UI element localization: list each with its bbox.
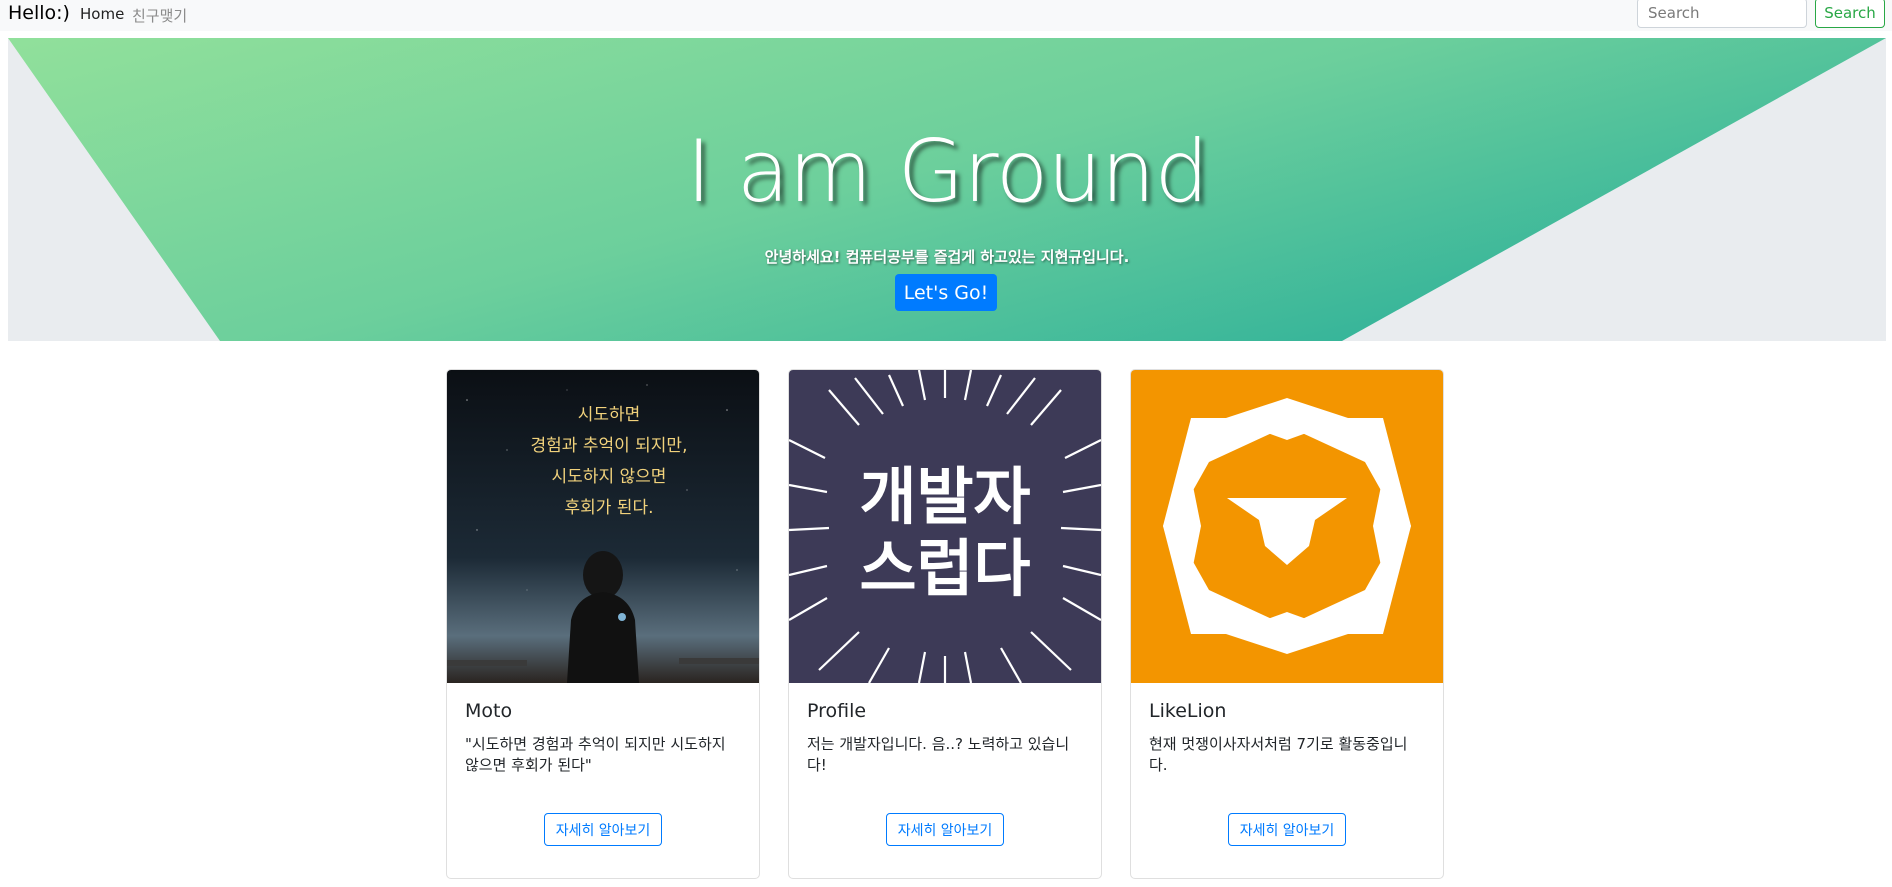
search-button[interactable]: Search bbox=[1815, 0, 1885, 28]
card-moto: 시도하면 경험과 추억이 되지만, 시도하지 않으면 후회가 된다. Moto … bbox=[446, 369, 760, 879]
card-text: 저는 개발자입니다. 음..? 노력하고 있습니다! bbox=[807, 735, 1070, 774]
navbar: Hello:) Home 친구맺기 Search bbox=[0, 0, 1892, 31]
search-input[interactable] bbox=[1637, 0, 1807, 28]
quote-line-1: 시도하면 bbox=[578, 405, 641, 425]
card-image-profile: 개발자 스럽다 bbox=[789, 370, 1101, 683]
card-likelion: LikeLion 현재 멋쟁이사자서처럼 7기로 활동중입니다. 자세히 알아보… bbox=[1130, 369, 1444, 879]
quote-line-2: 경험과 추억이 되지만, bbox=[531, 436, 688, 456]
quote-line-3: 시도하지 않으면 bbox=[552, 467, 667, 487]
rail-left bbox=[447, 660, 527, 666]
card-text: 현재 멋쟁이사자서처럼 7기로 활동중입니다. bbox=[1149, 735, 1408, 774]
quote-line-4: 후회가 된다. bbox=[564, 498, 653, 518]
profile-text-line-2: 스럽다 bbox=[859, 532, 1030, 605]
nav-link-friends[interactable]: 친구맺기 bbox=[132, 5, 187, 26]
navbar-brand[interactable]: Hello:) bbox=[8, 2, 70, 24]
profile-text-line-1: 개발자 bbox=[859, 460, 1030, 533]
lion-logo-icon bbox=[1131, 370, 1443, 683]
nav-link-home[interactable]: Home bbox=[80, 5, 124, 23]
hero-title: I am Ground bbox=[686, 122, 1209, 222]
card-title: Moto bbox=[465, 700, 513, 722]
lets-go-button[interactable]: Let's Go! bbox=[895, 274, 997, 311]
hero-subtitle: 안녕하세요! 컴퓨터공부를 즐겁게 하고있는 지현규입니다. bbox=[764, 248, 1130, 266]
profile-image-text: 개발자 스럽다 bbox=[859, 460, 1030, 605]
learn-more-button[interactable]: 자세히 알아보기 bbox=[886, 813, 1004, 846]
card-text: "시도하면 경험과 추억이 되지만 시도하지 않으면 후회가 된다" bbox=[465, 735, 726, 774]
learn-more-button[interactable]: 자세히 알아보기 bbox=[1228, 813, 1346, 846]
card-image-moto: 시도하면 경험과 추억이 되지만, 시도하지 않으면 후회가 된다. bbox=[447, 370, 759, 683]
card-title: LikeLion bbox=[1149, 700, 1227, 722]
card-title: Profile bbox=[807, 700, 867, 722]
rail-right bbox=[679, 658, 759, 664]
learn-more-button[interactable]: 자세히 알아보기 bbox=[544, 813, 662, 846]
card-profile: 개발자 스럽다 Profile 저는 개발자입니다. 음..? 노력하고 있습니… bbox=[788, 369, 1102, 879]
hero-jumbotron: I am Ground 안녕하세요! 컴퓨터공부를 즐겁게 하고있는 지현규입니… bbox=[8, 38, 1886, 341]
